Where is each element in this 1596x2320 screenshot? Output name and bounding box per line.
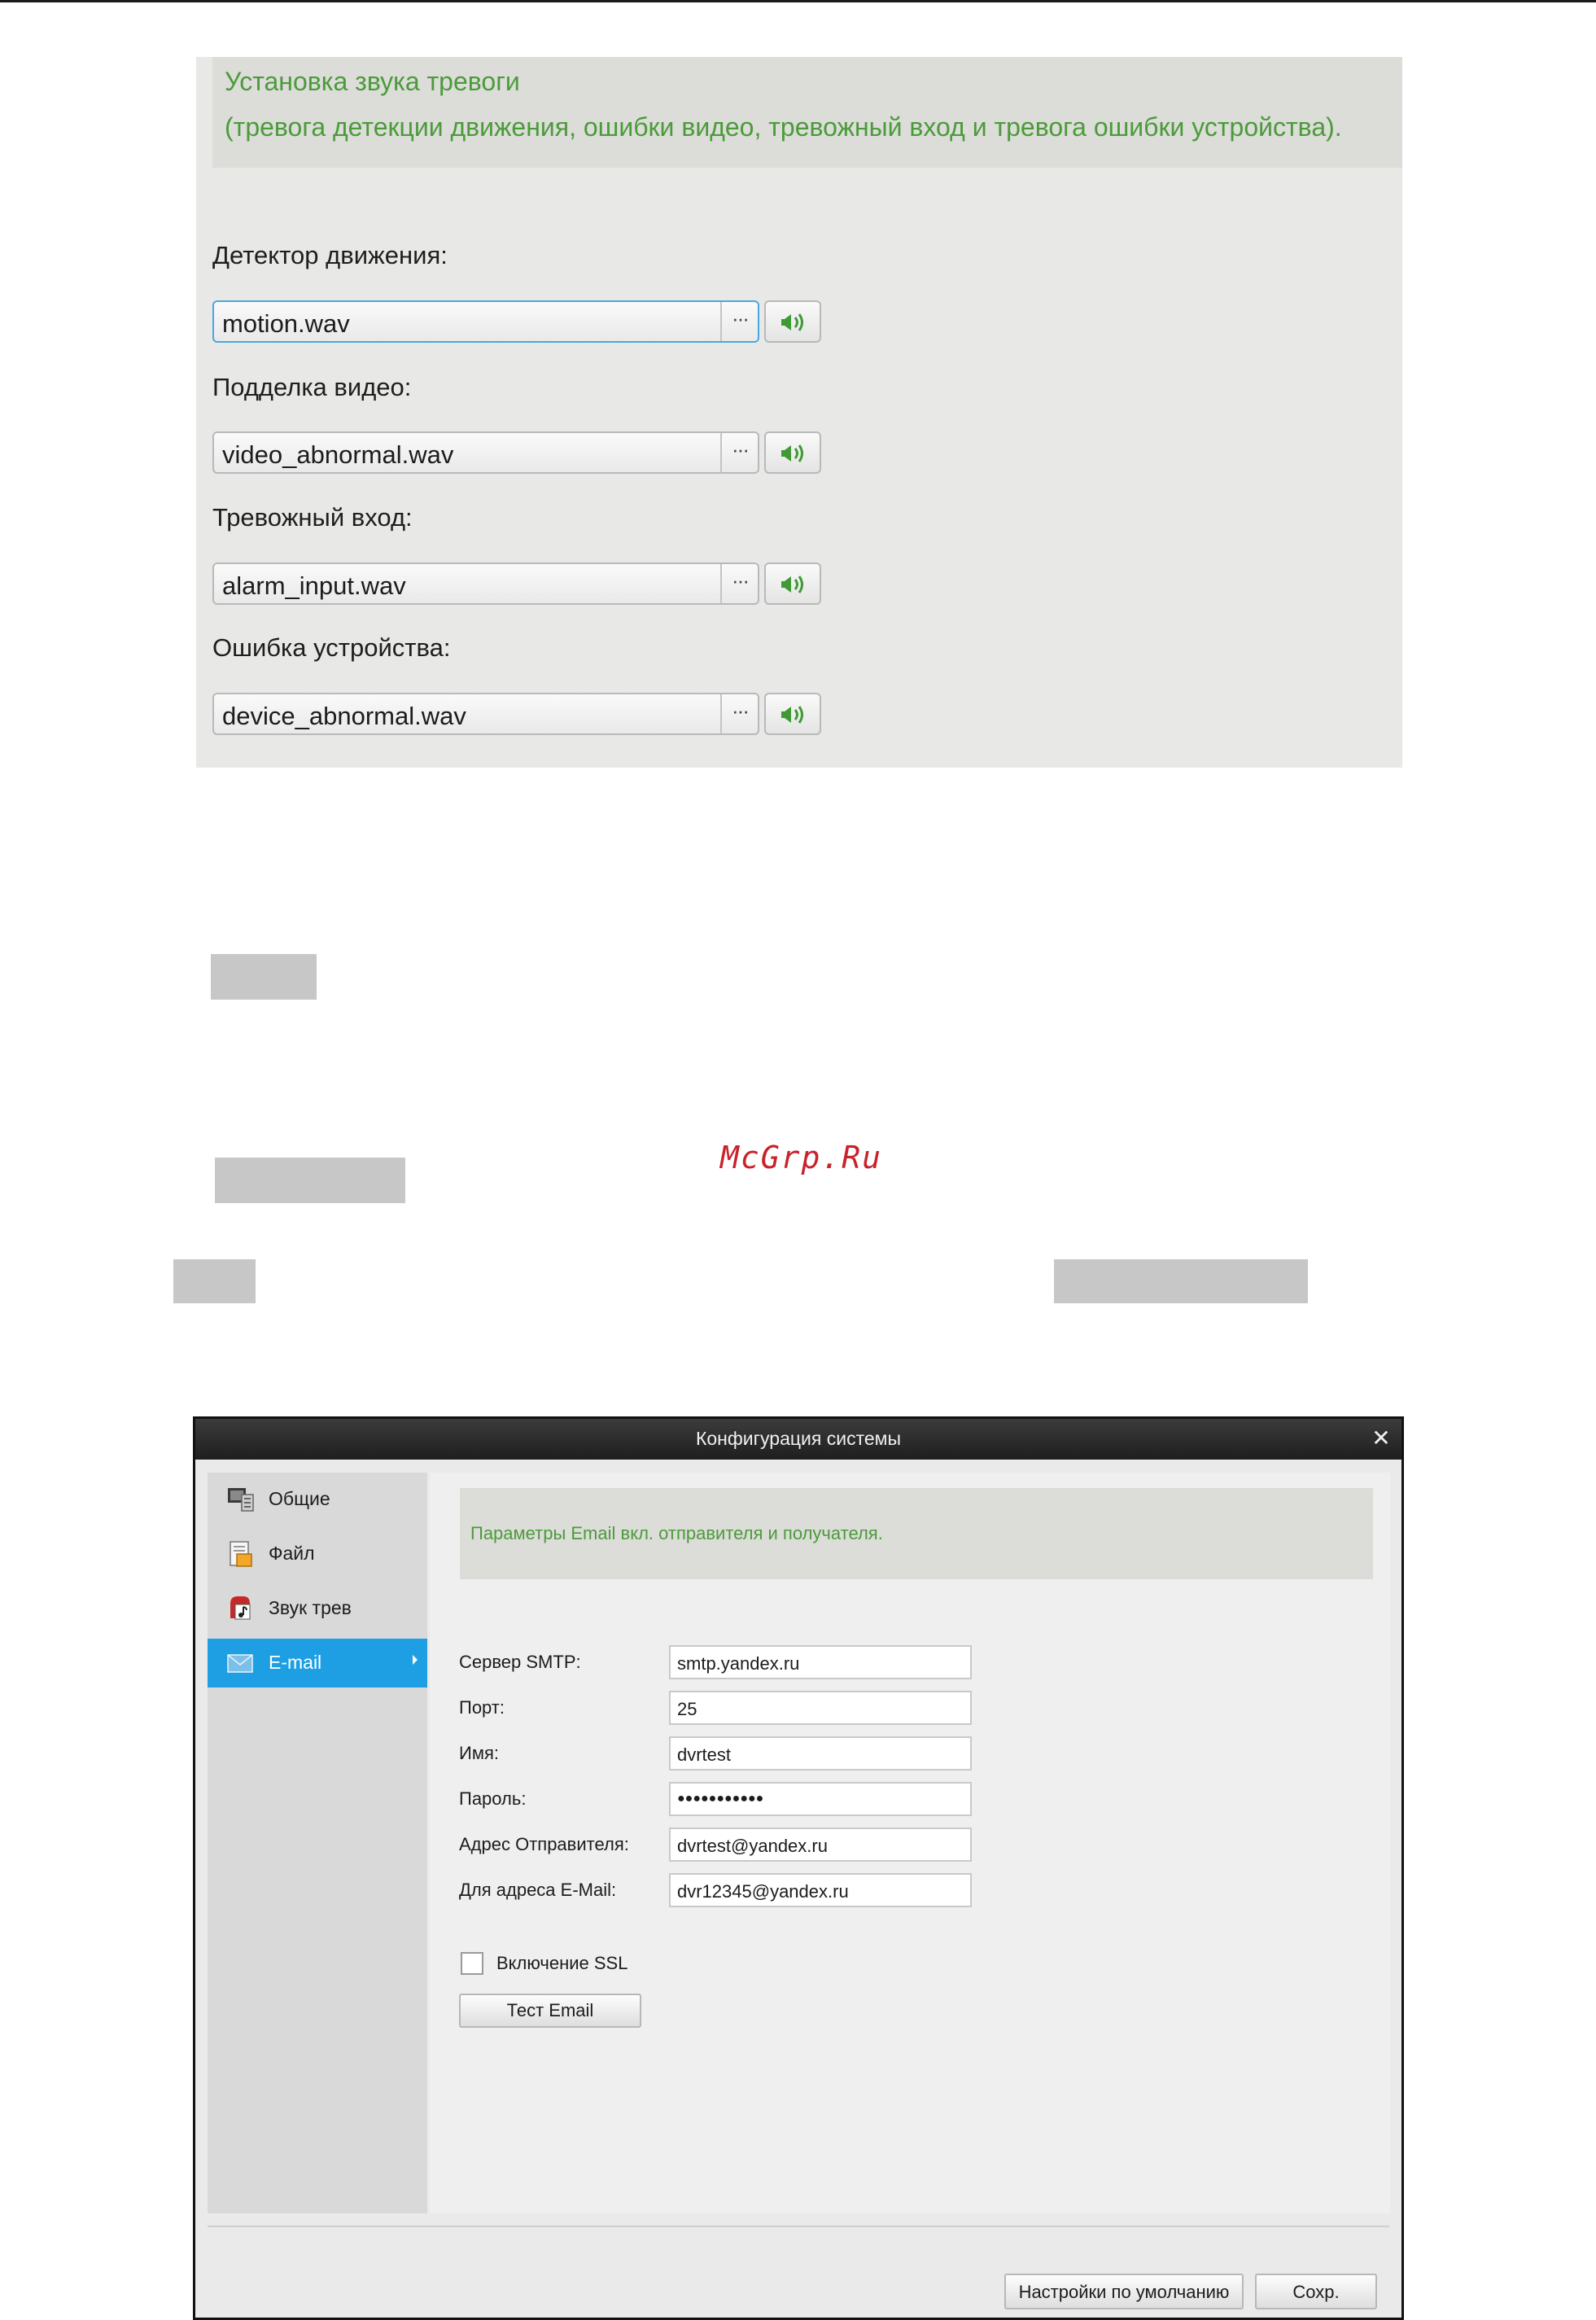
motion-sound-field[interactable]: motion.wav ···	[212, 300, 759, 343]
file-icon	[230, 1541, 252, 1567]
sidebar-item-label: Звук трев	[269, 1597, 352, 1618]
alarm-sound-description: (тревога детекции движения, ошибки видео…	[225, 112, 1342, 142]
sender-address-input[interactable]: dvrtest@yandex.ru	[669, 1828, 972, 1862]
chevron-right-icon	[413, 1655, 418, 1665]
alarm-input-sound-browse-button[interactable]: ···	[720, 564, 758, 603]
smtp-server-input[interactable]: smtp.yandex.ru	[669, 1645, 972, 1679]
top-rule	[0, 0, 1596, 2]
motion-sound-browse-button[interactable]: ···	[720, 302, 758, 341]
config-sidebar: Общие Файл Звук трев E-mail	[208, 1473, 427, 2213]
redacted-block	[1054, 1259, 1308, 1303]
dialog-title: Конфигурация системы	[695, 1428, 901, 1449]
alarm-input-sound-field[interactable]: alarm_input.wav ···	[212, 562, 759, 605]
sidebar-item-label: Файл	[269, 1543, 315, 1564]
port-input[interactable]: 25	[669, 1691, 972, 1725]
ssl-checkbox-label: Включение SSL	[496, 1953, 628, 1973]
port-label: Порт:	[459, 1697, 505, 1718]
device-error-sound-filename: device_abnormal.wav	[222, 702, 466, 730]
alarm-sound-panel: Установка звука тревоги (тревога детекци…	[196, 57, 1402, 768]
device-error-label: Ошибка устройства:	[212, 633, 451, 662]
sidebar-item-general[interactable]: Общие	[208, 1475, 427, 1524]
recipient-address-input[interactable]: dvr12345@yandex.ru	[669, 1873, 972, 1907]
video-tamper-sound-play-button[interactable]	[764, 431, 821, 474]
alarm-sound-header: Установка звука тревоги (тревога детекци…	[212, 57, 1402, 168]
sidebar-item-label: Общие	[269, 1488, 330, 1509]
password-value: ●●●●●●●●●●●	[677, 1792, 764, 1806]
email-icon	[227, 1654, 253, 1673]
speaker-icon	[781, 313, 803, 331]
port-value: 25	[677, 1699, 697, 1719]
alarm-input-label: Тревожный вход:	[212, 503, 413, 532]
password-label: Пароль:	[459, 1788, 527, 1809]
video-tamper-sound-field[interactable]: video_abnormal.wav ···	[212, 431, 759, 474]
username-value: dvrtest	[677, 1744, 732, 1765]
device-error-sound-play-button[interactable]	[764, 693, 821, 735]
redacted-block	[211, 954, 317, 1000]
speaker-icon	[781, 706, 803, 724]
save-button[interactable]: Сохр.	[1255, 2274, 1377, 2309]
video-tamper-sound-filename: video_abnormal.wav	[222, 440, 454, 469]
alarm-input-sound-play-button[interactable]	[764, 562, 821, 605]
speaker-icon	[781, 576, 803, 593]
video-tamper-sound-browse-button[interactable]: ···	[720, 433, 758, 472]
recipient-address-label: Для адреса E-Mail:	[459, 1880, 617, 1900]
motion-sound-filename: motion.wav	[222, 309, 350, 338]
email-settings-content: Параметры Email вкл. отправителя и получ…	[430, 1473, 1390, 2213]
system-config-dialog: Конфигурация системы ✕ Общие Файл Звук т…	[193, 1416, 1404, 2320]
redacted-block	[215, 1158, 405, 1203]
watermark: McGrp.Ru	[720, 1140, 883, 1175]
email-settings-header: Параметры Email вкл. отправителя и получ…	[460, 1488, 1373, 1579]
alarm-input-sound-filename: alarm_input.wav	[222, 571, 406, 600]
close-icon[interactable]: ✕	[1369, 1426, 1393, 1451]
alarm-sound-title: Установка звука тревоги	[225, 67, 520, 96]
motion-detector-label: Детектор движения:	[212, 241, 448, 269]
smtp-server-label: Сервер SMTP:	[459, 1652, 581, 1672]
motion-sound-play-button[interactable]	[764, 300, 821, 343]
smtp-server-value: smtp.yandex.ru	[677, 1653, 800, 1674]
test-email-button[interactable]: Тест Email	[459, 1994, 641, 2028]
sender-address-label: Адрес Отправителя:	[459, 1834, 629, 1854]
redacted-block	[173, 1259, 256, 1303]
device-error-sound-browse-button[interactable]: ···	[720, 694, 758, 733]
device-error-sound-field[interactable]: device_abnormal.wav ···	[212, 693, 759, 735]
password-input[interactable]: ●●●●●●●●●●●	[669, 1782, 972, 1816]
video-tamper-label: Подделка видео:	[212, 373, 412, 401]
restore-defaults-button[interactable]: Настройки по умолчанию	[1004, 2274, 1244, 2309]
sidebar-item-alarm-sound[interactable]: Звук трев	[208, 1584, 427, 1633]
sidebar-item-file[interactable]: Файл	[208, 1530, 427, 1578]
sender-address-value: dvrtest@yandex.ru	[677, 1836, 828, 1856]
dialog-titlebar: Конфигурация системы ✕	[195, 1419, 1401, 1460]
sidebar-item-label: E-mail	[269, 1652, 322, 1673]
alarm-sound-icon	[230, 1596, 251, 1620]
username-label: Имя:	[459, 1743, 499, 1763]
sidebar-item-email[interactable]: E-mail	[208, 1639, 427, 1687]
general-settings-icon	[228, 1488, 254, 1512]
username-input[interactable]: dvrtest	[669, 1736, 972, 1771]
footer-divider	[208, 2226, 1389, 2227]
speaker-icon	[781, 444, 803, 462]
email-settings-description: Параметры Email вкл. отправителя и получ…	[470, 1523, 883, 1543]
ssl-checkbox[interactable]	[461, 1952, 483, 1975]
recipient-address-value: dvr12345@yandex.ru	[677, 1881, 849, 1902]
